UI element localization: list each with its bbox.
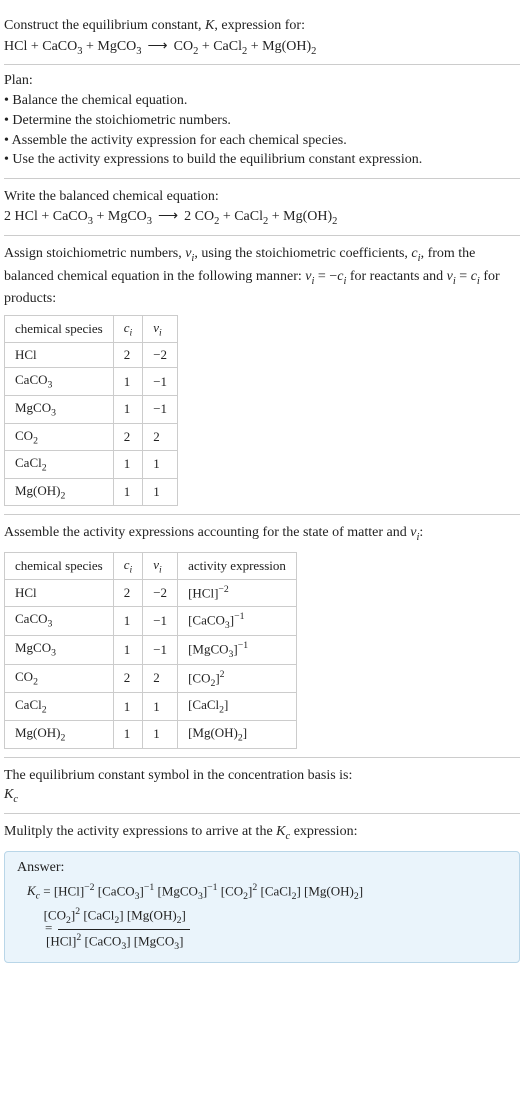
table-header-row: chemical species ci νi bbox=[5, 315, 178, 343]
kc-basis-section: The equilibrium constant symbol in the c… bbox=[4, 758, 520, 814]
table-row: MgCO31−1 bbox=[5, 395, 178, 423]
cell: CaCl2 bbox=[5, 451, 114, 479]
cell: CaCO3 bbox=[5, 368, 114, 396]
cell: CaCO3 bbox=[5, 606, 114, 635]
cell: CO2 bbox=[5, 423, 114, 451]
col-ci: ci bbox=[113, 552, 143, 580]
multiply-intro: Mulitply the activity expressions to arr… bbox=[4, 822, 520, 844]
cell: 2 bbox=[113, 343, 143, 368]
cell: [CO2]2 bbox=[178, 664, 297, 693]
final-section: Mulitply the activity expressions to arr… bbox=[4, 814, 520, 971]
answer-title: Answer: bbox=[17, 860, 507, 876]
cell: 1 bbox=[113, 721, 143, 749]
cell: [CaCl2] bbox=[178, 693, 297, 721]
answer-equation-flat: Kc = [HCl]−2 [CaCO3]−1 [MgCO3]−1 [CO2]2 … bbox=[17, 880, 507, 905]
cell: 1 bbox=[113, 635, 143, 664]
cell: 1 bbox=[143, 451, 178, 479]
balanced-section: Write the balanced chemical equation: 2 … bbox=[4, 179, 520, 236]
table-row: CaCO31−1[CaCO3]−1 bbox=[5, 606, 297, 635]
activity-table: chemical species ci νi activity expressi… bbox=[4, 552, 297, 749]
activity-intro: Assemble the activity expressions accoun… bbox=[4, 523, 520, 545]
cell: 1 bbox=[113, 478, 143, 506]
unbalanced-equation: HCl + CaCO3 + MgCO3⟶CO2 + CaCl2 + Mg(OH)… bbox=[4, 38, 520, 57]
col-nui: νi bbox=[143, 552, 178, 580]
table-row: CaCl211[CaCl2] bbox=[5, 693, 297, 721]
fraction-numerator: [CO2]2 [CaCl2] [Mg(OH)2] bbox=[58, 904, 190, 930]
table-row: CO222[CO2]2 bbox=[5, 664, 297, 693]
cell: 1 bbox=[113, 606, 143, 635]
cell: −1 bbox=[143, 368, 178, 396]
cell: [MgCO3]−1 bbox=[178, 635, 297, 664]
cell: −2 bbox=[143, 580, 178, 606]
cell: 2 bbox=[143, 664, 178, 693]
table-row: HCl2−2[HCl]−2 bbox=[5, 580, 297, 606]
col-species: chemical species bbox=[5, 315, 114, 343]
stoich-section: Assign stoichiometric numbers, νi, using… bbox=[4, 236, 520, 515]
plan-section: Plan: • Balance the chemical equation. •… bbox=[4, 65, 520, 178]
table-row: MgCO31−1[MgCO3]−1 bbox=[5, 635, 297, 664]
cell: −1 bbox=[143, 606, 178, 635]
cell: 1 bbox=[113, 451, 143, 479]
cell: 1 bbox=[143, 693, 178, 721]
cell: HCl bbox=[5, 343, 114, 368]
activity-section: Assemble the activity expressions accoun… bbox=[4, 515, 520, 757]
cell: [CaCO3]−1 bbox=[178, 606, 297, 635]
fraction: [CO2]2 [CaCl2] [Mg(OH)2] [HCl]2 [CaCO3] … bbox=[58, 904, 190, 954]
col-species: chemical species bbox=[5, 552, 114, 580]
cell: 1 bbox=[113, 368, 143, 396]
table-row: Mg(OH)211[Mg(OH)2] bbox=[5, 721, 297, 749]
table-row: CaCl211 bbox=[5, 451, 178, 479]
cell: HCl bbox=[5, 580, 114, 606]
answer-equation-fraction: = [CO2]2 [CaCl2] [Mg(OH)2] [HCl]2 [CaCO3… bbox=[17, 904, 507, 954]
balanced-equation: 2 HCl + CaCO3 + MgCO3⟶2 CO2 + CaCl2 + Mg… bbox=[4, 208, 520, 227]
plan-item: • Determine the stoichiometric numbers. bbox=[4, 111, 520, 131]
cell: [HCl]−2 bbox=[178, 580, 297, 606]
plan-title: Plan: bbox=[4, 73, 520, 89]
table-row: Mg(OH)211 bbox=[5, 478, 178, 506]
cell: CaCl2 bbox=[5, 693, 114, 721]
cell: 2 bbox=[143, 423, 178, 451]
cell: 1 bbox=[113, 693, 143, 721]
answer-box: Answer: Kc = [HCl]−2 [CaCO3]−1 [MgCO3]−1… bbox=[4, 851, 520, 964]
cell: 1 bbox=[113, 395, 143, 423]
cell: MgCO3 bbox=[5, 395, 114, 423]
cell: −1 bbox=[143, 395, 178, 423]
col-ci: ci bbox=[113, 315, 143, 343]
cell: 1 bbox=[143, 721, 178, 749]
stoich-table: chemical species ci νi HCl2−2 CaCO31−1 M… bbox=[4, 315, 178, 507]
intro-section: Construct the equilibrium constant, K, e… bbox=[4, 8, 520, 65]
plan-item: • Assemble the activity expression for e… bbox=[4, 131, 520, 151]
balanced-title: Write the balanced chemical equation: bbox=[4, 187, 520, 207]
cell: Mg(OH)2 bbox=[5, 478, 114, 506]
cell: −2 bbox=[143, 343, 178, 368]
col-activity: activity expression bbox=[178, 552, 297, 580]
table-row: CO222 bbox=[5, 423, 178, 451]
table-header-row: chemical species ci νi activity expressi… bbox=[5, 552, 297, 580]
kc-symbol: Kc bbox=[4, 787, 520, 805]
cell: 2 bbox=[113, 580, 143, 606]
stoich-intro: Assign stoichiometric numbers, νi, using… bbox=[4, 244, 520, 309]
plan-item: • Balance the chemical equation. bbox=[4, 91, 520, 111]
cell: Mg(OH)2 bbox=[5, 721, 114, 749]
cell: MgCO3 bbox=[5, 635, 114, 664]
plan-item: • Use the activity expressions to build … bbox=[4, 150, 520, 170]
cell: 1 bbox=[143, 478, 178, 506]
col-nui: νi bbox=[143, 315, 178, 343]
cell: 2 bbox=[113, 664, 143, 693]
intro-line: Construct the equilibrium constant, K, e… bbox=[4, 16, 520, 36]
cell: [Mg(OH)2] bbox=[178, 721, 297, 749]
cell: CO2 bbox=[5, 664, 114, 693]
table-row: CaCO31−1 bbox=[5, 368, 178, 396]
fraction-denominator: [HCl]2 [CaCO3] [MgCO3] bbox=[58, 930, 190, 955]
kc-basis-line: The equilibrium constant symbol in the c… bbox=[4, 766, 520, 786]
cell: 2 bbox=[113, 423, 143, 451]
cell: −1 bbox=[143, 635, 178, 664]
table-row: HCl2−2 bbox=[5, 343, 178, 368]
